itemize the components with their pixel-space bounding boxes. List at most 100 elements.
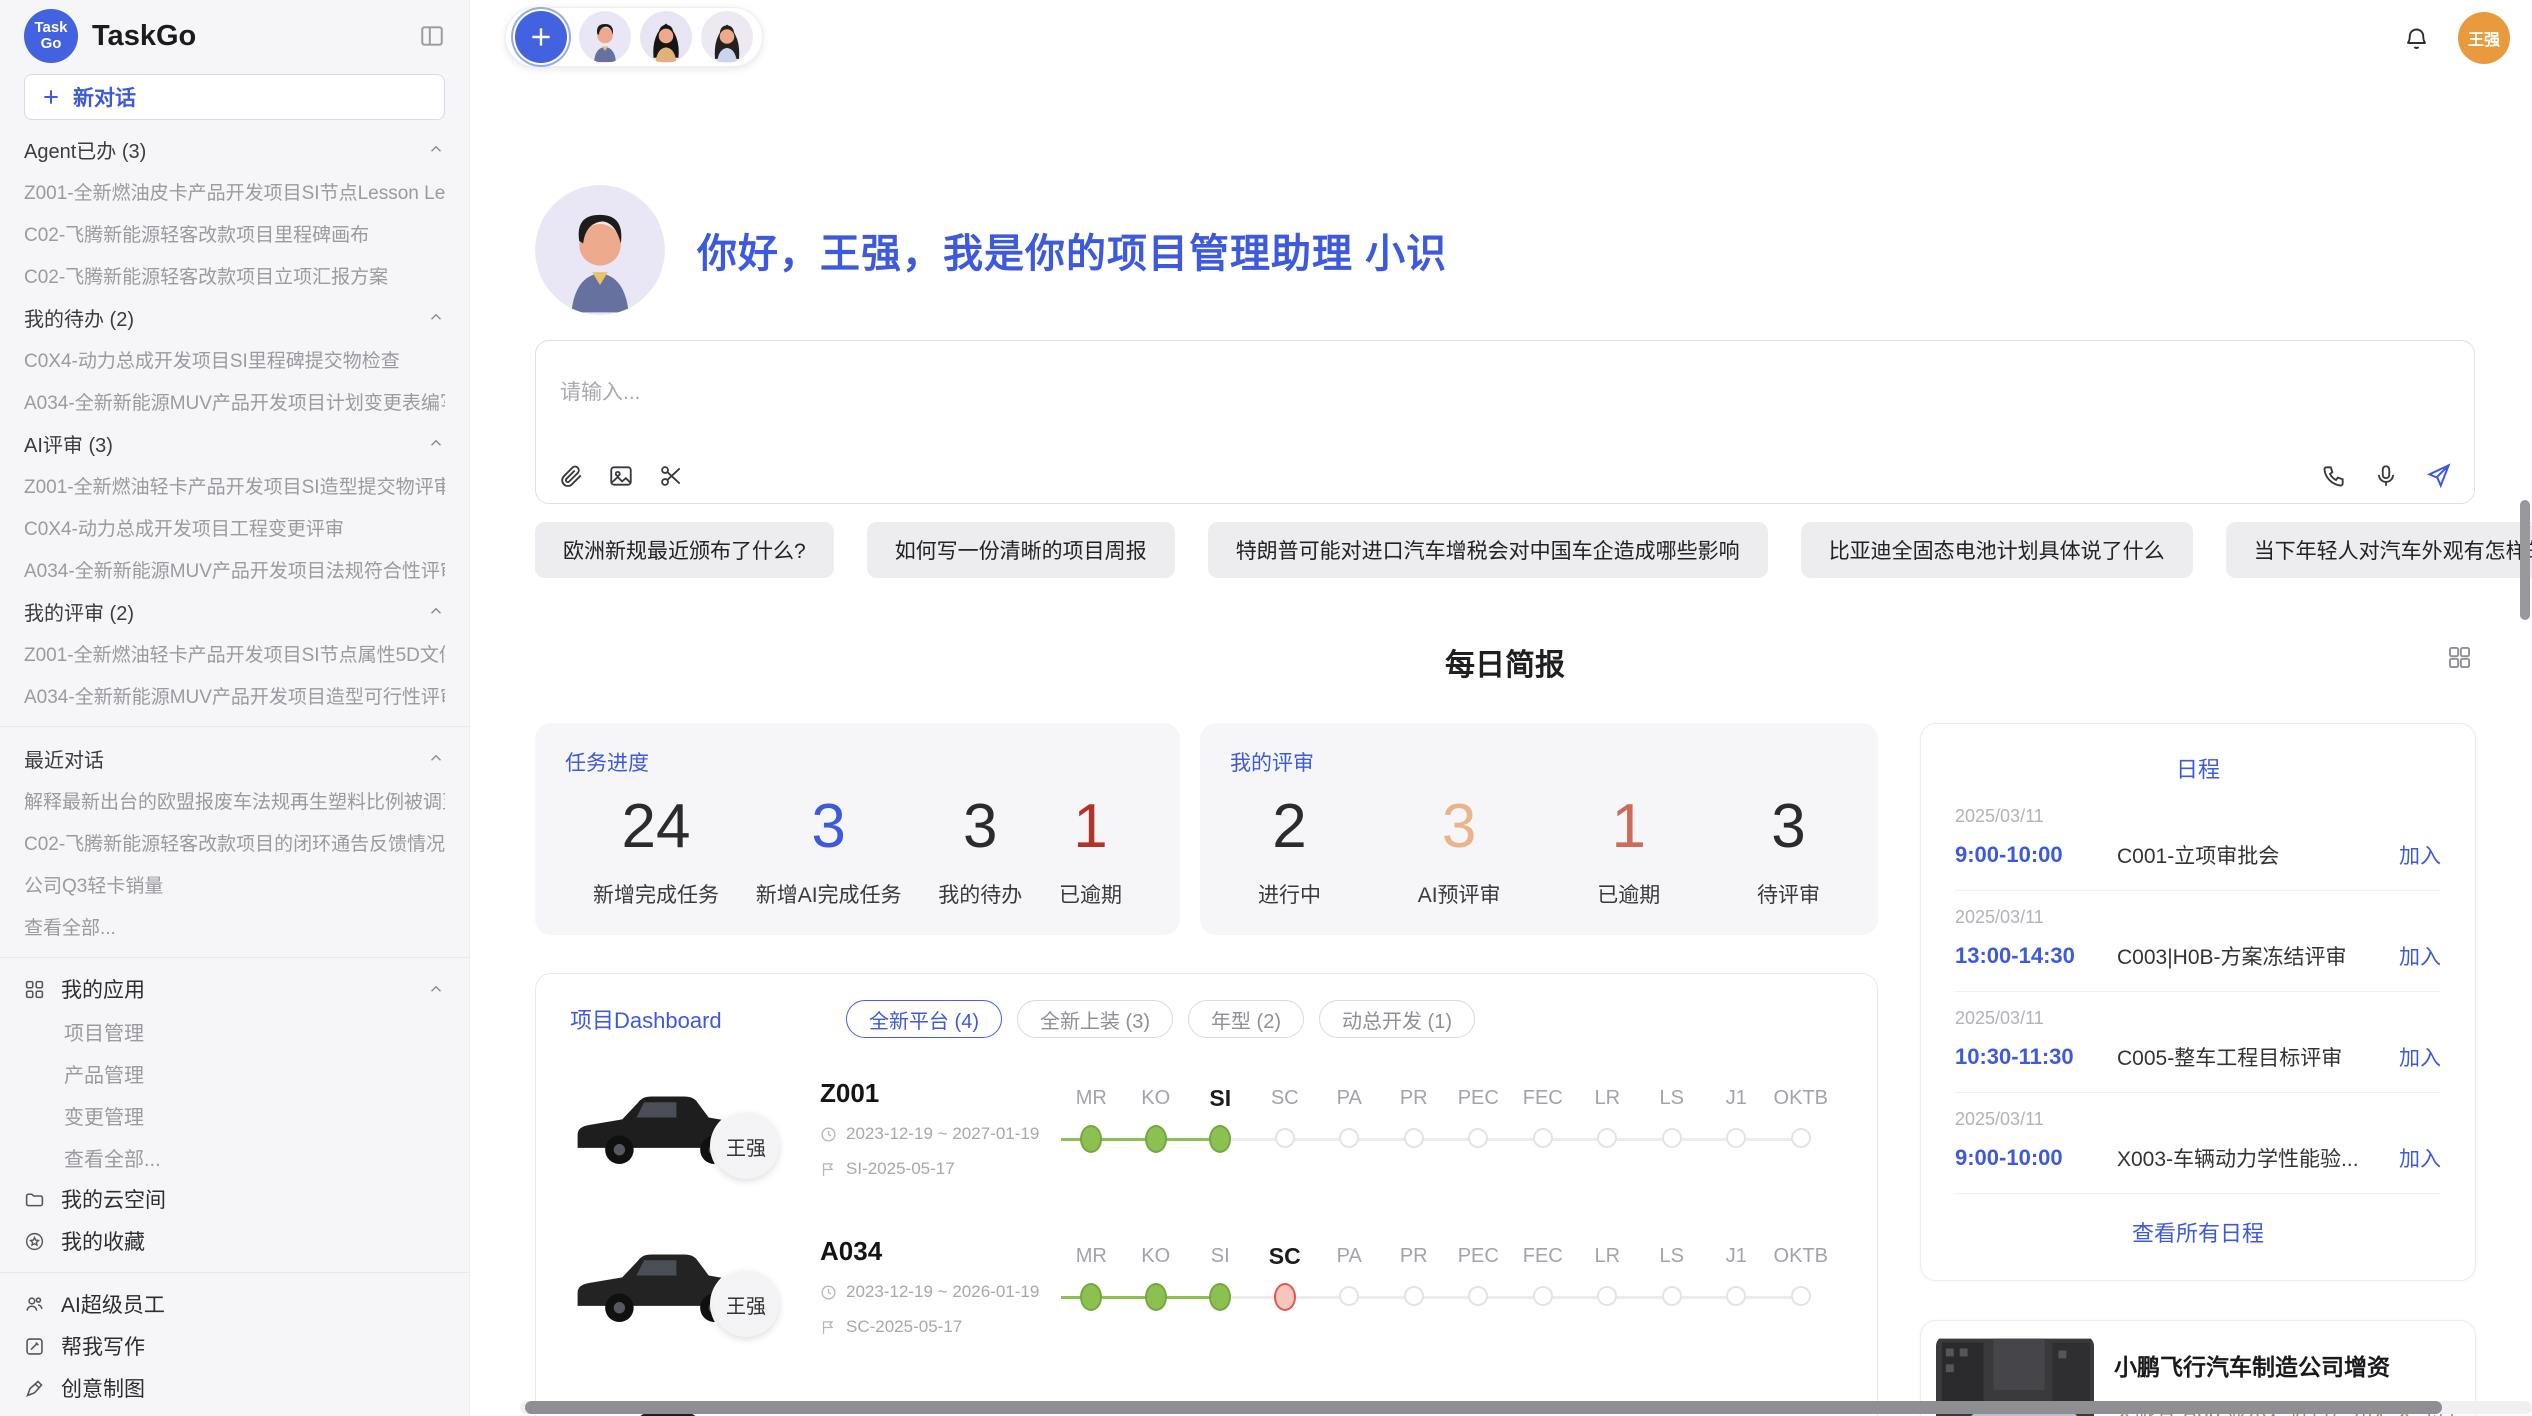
schedule-entry[interactable]: 2025/03/11 9:00-10:00 C001-立项审批会 加入 xyxy=(1955,790,2441,891)
section-ai-review[interactable]: AI评审 (3) xyxy=(24,422,445,464)
logo-text-top: Task xyxy=(34,20,67,36)
chevron-up-icon[interactable] xyxy=(427,140,445,158)
phone-icon[interactable] xyxy=(2321,463,2347,489)
notification-bell-icon[interactable] xyxy=(2403,25,2430,52)
section-recent-chats[interactable]: 最近对话 xyxy=(24,737,445,779)
list-item[interactable]: A034-全新新能源MUV产品开发项目法规符合性评审 xyxy=(24,548,445,590)
milestone-label: PR xyxy=(1400,1084,1428,1112)
add-session-button[interactable] xyxy=(515,11,567,63)
filter-pill[interactable]: 全新平台 (4) xyxy=(846,1000,1002,1038)
chevron-up-icon[interactable] xyxy=(427,308,445,326)
project-row[interactable]: 王强 A034 2023-12-19 ~ 2026-01-19 SC-2025-… xyxy=(570,1222,1843,1387)
suggestion-chip[interactable]: 比亚迪全固态电池计划具体说了什么 xyxy=(1801,522,2193,578)
suggestion-chip[interactable]: 特朗普可能对进口汽车增税会对中国车企造成哪些影响 xyxy=(1208,522,1768,578)
new-chat-button[interactable]: 新对话 xyxy=(24,74,445,120)
my-review-card: 我的评审 2 进行中 3 AI预评审 1 已逾期 3 xyxy=(1200,723,1878,935)
section-title: 我的待办 (2) xyxy=(24,303,134,332)
project-row[interactable]: 王强 Z001 2023-12-19 ~ 2027-01-19 SI-2025-… xyxy=(570,1064,1843,1229)
plus-icon xyxy=(41,87,61,107)
schedule-entry[interactable]: 2025/03/11 9:00-10:00 X003-车辆动力学性能验... 加… xyxy=(1955,1093,2441,1194)
join-link[interactable]: 加入 xyxy=(2399,840,2441,870)
project-dashboard-card: 项目Dashboard 全新平台 (4) 全新上装 (3) 年型 (2) 动总开… xyxy=(535,973,1878,1416)
layout-grid-icon[interactable] xyxy=(2446,644,2473,671)
sidebar-item-change-mgmt[interactable]: 变更管理 xyxy=(24,1094,445,1136)
collapse-sidebar-icon[interactable] xyxy=(419,23,445,49)
section-my-apps[interactable]: 我的应用 xyxy=(24,968,445,1010)
section-my-todo[interactable]: 我的待办 (2) xyxy=(24,296,445,338)
chevron-up-icon[interactable] xyxy=(427,602,445,620)
schedule-event-title: C001-立项审批会 xyxy=(2117,840,2399,870)
section-agent-done[interactable]: Agent已办 (3) xyxy=(24,128,445,170)
milestone-dot xyxy=(1662,1128,1682,1148)
chevron-up-icon[interactable] xyxy=(427,980,445,998)
sidebar-item-creative-drawing[interactable]: 创意制图 xyxy=(24,1367,445,1409)
stat-in-progress: 2 进行中 xyxy=(1258,793,1321,909)
avatar[interactable] xyxy=(701,11,753,63)
milestone-dot xyxy=(1404,1128,1424,1148)
vertical-scrollbar-thumb[interactable] xyxy=(2520,500,2530,620)
list-item[interactable]: Z001-全新燃油轻卡产品开发项目SI节点属性5D文件评审 xyxy=(24,632,445,674)
greeting-text: 你好，王强，我是你的项目管理助理 小识 xyxy=(697,221,1447,279)
stat-overdue: 1 已逾期 xyxy=(1059,793,1122,909)
list-item[interactable]: Z001-全新燃油皮卡产品开发项目SI节点Lesson Learn报告 xyxy=(24,170,445,212)
milestone-label: SC xyxy=(1269,1242,1301,1270)
join-link[interactable]: 加入 xyxy=(2399,941,2441,971)
milestone-label: SI xyxy=(1211,1242,1230,1270)
avatar[interactable] xyxy=(640,11,692,63)
stat-my-todo: 3 我的待办 xyxy=(938,793,1022,909)
chat-input[interactable] xyxy=(560,381,2450,405)
list-item[interactable]: Z001-全新燃油轻卡产品开发项目SI造型提交物评审 xyxy=(24,464,445,506)
schedule-entry[interactable]: 2025/03/11 10:30-11:30 C005-整车工程目标评审 加入 xyxy=(1955,992,2441,1093)
filter-pill[interactable]: 年型 (2) xyxy=(1188,1000,1304,1038)
horizontal-scrollbar[interactable] xyxy=(520,1401,2532,1414)
milestone: FEC xyxy=(1511,1242,1576,1338)
list-item[interactable]: C0X4-动力总成开发项目SI里程碑提交物检查 xyxy=(24,338,445,380)
list-item[interactable]: A034-全新新能源MUV产品开发项目造型可行性评审 xyxy=(24,674,445,716)
filter-pill[interactable]: 动总开发 (1) xyxy=(1319,1000,1475,1038)
scissors-icon[interactable] xyxy=(658,463,684,489)
list-item[interactable]: 解释最新出台的欧盟报废车法规再生塑料比例被调至15%... xyxy=(24,779,445,821)
list-item[interactable]: 公司Q3轻卡销量 xyxy=(24,863,445,905)
sidebar-item-project-mgmt[interactable]: 项目管理 xyxy=(24,1010,445,1052)
sidebar-item-favorites[interactable]: 我的收藏 xyxy=(24,1220,445,1262)
attachment-icon[interactable] xyxy=(558,463,584,489)
view-all-apps[interactable]: 查看全部... xyxy=(24,1136,445,1178)
microphone-icon[interactable] xyxy=(2373,463,2399,489)
chevron-up-icon[interactable] xyxy=(427,749,445,767)
schedule-time: 9:00-10:00 xyxy=(1955,842,2117,868)
list-item[interactable]: A034-全新新能源MUV产品开发项目计划变更表编写 xyxy=(24,380,445,422)
milestone-label: PA xyxy=(1337,1084,1362,1112)
sidebar-item-help-me-write[interactable]: 帮我写作 xyxy=(24,1325,445,1367)
view-all-chats[interactable]: 查看全部... xyxy=(24,905,445,947)
list-item[interactable]: C0X4-动力总成开发项目工程变更评审 xyxy=(24,506,445,548)
suggestion-chip[interactable]: 如何写一份清晰的项目周报 xyxy=(867,522,1175,578)
filter-pill[interactable]: 全新上装 (3) xyxy=(1017,1000,1173,1038)
sidebar-item-ai-super-staff[interactable]: AI超级员工 xyxy=(24,1283,445,1325)
project-node: SC-2025-05-17 xyxy=(820,1317,1050,1337)
send-icon[interactable] xyxy=(2425,462,2452,489)
join-link[interactable]: 加入 xyxy=(2399,1143,2441,1173)
user-avatar[interactable]: 王强 xyxy=(2458,12,2510,64)
stat-ai-prereview: 3 AI预评审 xyxy=(1418,793,1501,909)
section-my-review[interactable]: 我的评审 (2) xyxy=(24,590,445,632)
avatar[interactable] xyxy=(579,11,631,63)
suggestion-chip[interactable]: 欧洲新规最近颁布了什么? xyxy=(535,522,834,578)
milestone: PA xyxy=(1317,1084,1382,1180)
milestone-label: LS xyxy=(1660,1084,1684,1112)
sidebar-item-product-mgmt[interactable]: 产品管理 xyxy=(24,1052,445,1094)
schedule-entry[interactable]: 2025/03/11 13:00-14:30 C003|H0B-方案冻结评审 加… xyxy=(1955,891,2441,992)
grid-icon xyxy=(24,979,45,1000)
schedule-time: 13:00-14:30 xyxy=(1955,943,2117,969)
join-link[interactable]: 加入 xyxy=(2399,1042,2441,1072)
list-item[interactable]: C02-飞腾新能源轻客改款项目里程碑画布 xyxy=(24,212,445,254)
suggestion-chip[interactable]: 当下年轻人对汽车外观有怎样的喜好趋势 xyxy=(2226,522,2532,578)
sidebar-item-cloud-space[interactable]: 我的云空间 xyxy=(24,1178,445,1220)
list-item[interactable]: C02-飞腾新能源轻客改款项目的闭环通告反馈情况 xyxy=(24,821,445,863)
horizontal-scrollbar-thumb[interactable] xyxy=(525,1401,2442,1414)
schedule-list: 2025/03/11 9:00-10:00 C001-立项审批会 加入 2025… xyxy=(1921,784,2475,1194)
list-item[interactable]: C02-飞腾新能源轻客改款项目立项汇报方案 xyxy=(24,254,445,296)
milestone-label: FEC xyxy=(1523,1242,1563,1270)
chevron-up-icon[interactable] xyxy=(427,434,445,452)
image-icon[interactable] xyxy=(608,463,634,489)
view-all-schedule-link[interactable]: 查看所有日程 xyxy=(1921,1216,2475,1248)
